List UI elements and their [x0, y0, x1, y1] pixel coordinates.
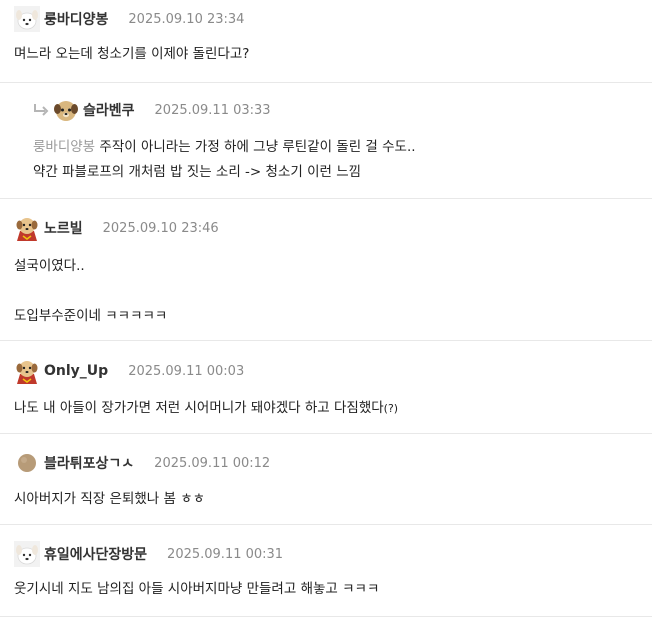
dog-cape-avatar[interactable]	[14, 358, 40, 384]
comment-date: 2025.09.10 23:46	[102, 220, 219, 236]
comment-line: 룽바디양봉 주작이 아니라는 가정 하에 그냥 루틴같이 돌린 걸 수도..	[33, 135, 416, 160]
comment-author[interactable]: 휴일에사단장방문	[44, 544, 147, 564]
comment-line: 나도 내 아들이 장가가면 저런 시어머니가 돼야겠다 하고 다짐했다	[14, 400, 384, 416]
comment-author[interactable]: 슬라벤쿠	[83, 100, 135, 120]
comment-author[interactable]: 블라튀포상ㄱㅅ	[44, 453, 134, 473]
comment-date: 2025.09.10 23:34	[128, 11, 245, 27]
comment-header: 휴일에사단장방문 2025.09.11 00:31	[14, 541, 283, 567]
dog-white-avatar[interactable]	[14, 6, 40, 32]
brown-circle-avatar[interactable]	[14, 450, 40, 476]
comment-item: 블라튀포상ㄱㅅ 2025.09.11 00:12 시아버지가 직장 은퇴했나 봄…	[0, 434, 652, 525]
comment-date: 2025.09.11 00:12	[154, 455, 271, 471]
reply-item: 슬라벤쿠 2025.09.11 03:33 룽바디양봉 주작이 아니라는 가정 …	[0, 83, 652, 199]
dog-cape-avatar[interactable]	[14, 215, 40, 241]
comment-header: 블라튀포상ㄱㅅ 2025.09.11 00:12	[14, 450, 270, 476]
comment-header: 노르빌 2025.09.10 23:46	[14, 215, 219, 241]
mention-link[interactable]: 룽바디양봉	[33, 139, 95, 155]
comment-text: 룽바디양봉 주작이 아니라는 가정 하에 그냥 루틴같이 돌린 걸 수도.. 약…	[33, 135, 416, 185]
reply-arrow-icon	[32, 102, 50, 118]
comment-author[interactable]: 룽바디양봉	[44, 9, 108, 29]
comment-date: 2025.09.11 00:03	[128, 363, 245, 379]
comment-line: 시아버지가 직장 은퇴했나 봄 ㅎㅎ	[14, 491, 206, 507]
comment-item: 노르빌 2025.09.10 23:46 설국이였다.. 도입부수준이네 ㅋㅋㅋ…	[0, 199, 652, 341]
dog-round-avatar[interactable]	[53, 97, 79, 123]
dog-white-avatar[interactable]	[14, 541, 40, 567]
comment-item: 룽바디양봉 2025.09.10 23:34 며느라 오는데 청소기를 이제야 …	[0, 0, 652, 83]
comment-header: Only_Up 2025.09.11 00:03	[14, 358, 244, 384]
comment-text: 시아버지가 직장 은퇴했나 봄 ㅎㅎ	[14, 487, 205, 512]
comment-header: 룽바디양봉 2025.09.10 23:34	[14, 6, 244, 32]
comment-date: 2025.09.11 00:31	[167, 546, 284, 562]
comment-text: 웃기시네 지도 남의집 아들 시아버지마냥 만들려고 해놓고 ㅋㅋㅋ	[14, 577, 379, 602]
comment-author[interactable]: Only_Up	[44, 363, 108, 379]
comment-line: 도입부수준이네 ㅋㅋㅋㅋㅋ	[14, 308, 168, 324]
comment-date: 2025.09.11 03:33	[154, 102, 271, 118]
comment-line: 웃기시네 지도 남의집 아들 시아버지마냥 만들려고 해놓고 ㅋㅋㅋ	[14, 581, 380, 597]
comment-list: 룽바디양봉 2025.09.10 23:34 며느라 오는데 청소기를 이제야 …	[0, 0, 652, 622]
comment-header: 슬라벤쿠 2025.09.11 03:33	[32, 97, 271, 123]
comment-line: 설국이였다..	[14, 258, 85, 274]
comment-line-suffix: (?)	[383, 402, 399, 415]
comment-text: 설국이였다.. 도입부수준이네 ㅋㅋㅋㅋㅋ	[14, 254, 167, 329]
comment-item: 휴일에사단장방문 2025.09.11 00:31 웃기시네 지도 남의집 아들…	[0, 525, 652, 617]
comment-text: 며느라 오는데 청소기를 이제야 돌린다고?	[14, 42, 249, 67]
comment-item: Only_Up 2025.09.11 00:03 나도 내 아들이 장가가면 저…	[0, 341, 652, 434]
comment-line: 며느라 오는데 청소기를 이제야 돌린다고?	[14, 46, 250, 62]
comment-text: 나도 내 아들이 장가가면 저런 시어머니가 돼야겠다 하고 다짐했다(?)	[14, 396, 398, 421]
comment-line: 약간 파블로프의 개처럼 밥 짓는 소리 -> 청소기 이런 느낌	[33, 164, 362, 180]
comment-author[interactable]: 노르빌	[44, 218, 83, 238]
comment-line-rest: 주작이 아니라는 가정 하에 그냥 루틴같이 돌린 걸 수도..	[95, 139, 416, 155]
